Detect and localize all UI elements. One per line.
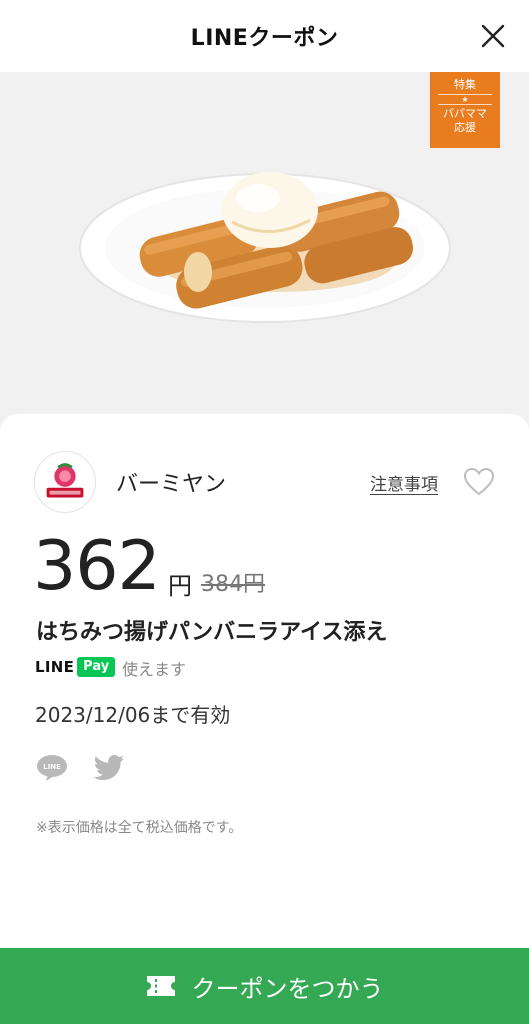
notes-link[interactable]: 注意事項 (370, 470, 438, 495)
use-coupon-label: クーポンをつかう (191, 974, 384, 1003)
feature-badge: 特集 ★ パパママ 応援 (430, 72, 500, 148)
linepay-status: 使えます (122, 660, 187, 679)
ticket-icon (146, 976, 175, 996)
badge-line-1: 特集 (454, 78, 476, 91)
original-price: 384円 (201, 572, 265, 597)
badge-line-3: 応援 (454, 121, 476, 134)
star-icon: ★ (438, 94, 492, 105)
linepay-logo: LINE Pay (35, 655, 116, 679)
line-share-text: LINE (43, 763, 61, 771)
badge-line-2: パパママ (443, 107, 487, 120)
heart-icon[interactable] (463, 467, 495, 497)
close-icon[interactable] (477, 20, 509, 52)
shop-logo (34, 451, 96, 513)
page-title: LINEクーポン (190, 26, 339, 51)
price-unit: 円 (168, 572, 192, 600)
twitter-share-icon[interactable] (93, 754, 125, 782)
line-share-icon[interactable]: LINE (36, 754, 68, 782)
linepay-line-text: LINE (35, 658, 75, 676)
header: LINEクーポン (0, 0, 529, 72)
item-name: はちみつ揚げパンバニラアイス添え (36, 620, 388, 645)
coupon-price: 362 (33, 527, 161, 606)
expiry-date: 2023/12/06まで有効 (35, 703, 231, 727)
use-coupon-button[interactable]: クーポンをつかう (0, 948, 529, 1024)
tax-note: ※表示価格は全て税込価格です。 (36, 820, 243, 836)
linepay-pay-text: Pay (77, 657, 116, 677)
shop-name: バーミヤン (116, 472, 227, 497)
